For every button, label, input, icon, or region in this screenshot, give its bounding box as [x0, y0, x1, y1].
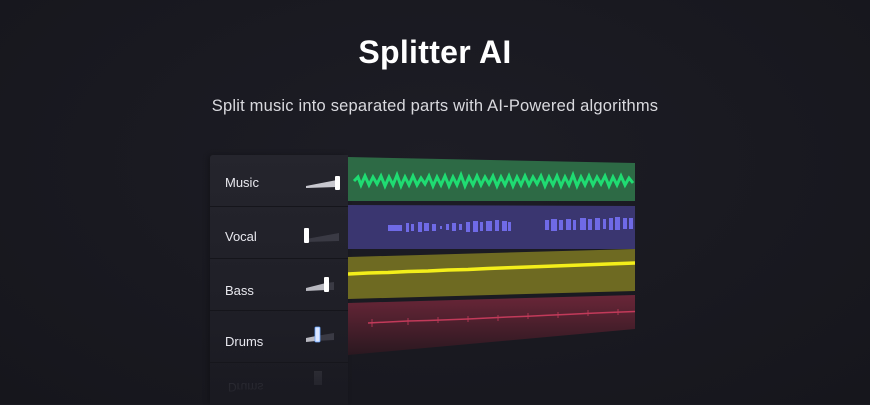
- track-label-drums: Drums: [225, 334, 264, 349]
- volume-slider-music[interactable]: [304, 171, 344, 191]
- volume-slider-bass[interactable]: [304, 273, 344, 293]
- track-control-panel: Music Vocal Bass Drums Drums: [210, 155, 348, 405]
- hero-section: Splitter AI Split music into separated p…: [0, 0, 870, 405]
- track-label-vocal: Vocal: [225, 229, 257, 244]
- slider-thumb-drums[interactable]: [314, 326, 321, 343]
- track-label-music: Music: [225, 175, 259, 190]
- waveform-lane-vocal: [348, 203, 635, 249]
- track-row-bass: Bass: [210, 258, 348, 310]
- waveform-lane-drums: [348, 295, 635, 355]
- track-row-vocal: Vocal: [210, 206, 348, 258]
- volume-slider-vocal[interactable]: [304, 225, 344, 245]
- waveform-lanes: [348, 153, 640, 403]
- track-row-music: Music: [210, 155, 348, 206]
- page-subtitle: Split music into separated parts with AI…: [211, 97, 659, 115]
- reflection-slider-thumb: [314, 371, 322, 385]
- track-row-drums: Drums: [210, 310, 348, 362]
- page-title: Splitter AI: [358, 34, 512, 70]
- slider-thumb-music[interactable]: [335, 176, 340, 190]
- waveform-lane-music: [348, 157, 635, 201]
- volume-slider-drums[interactable]: [304, 324, 344, 344]
- slider-thumb-bass[interactable]: [324, 277, 329, 292]
- track-label-bass: Bass: [225, 283, 254, 298]
- ghost-track-label: Drums: [228, 380, 264, 394]
- slider-thumb-vocal[interactable]: [304, 228, 309, 243]
- waveform-lane-bass: [348, 249, 635, 299]
- track-mixer: Music Vocal Bass Drums Drums: [210, 153, 640, 405]
